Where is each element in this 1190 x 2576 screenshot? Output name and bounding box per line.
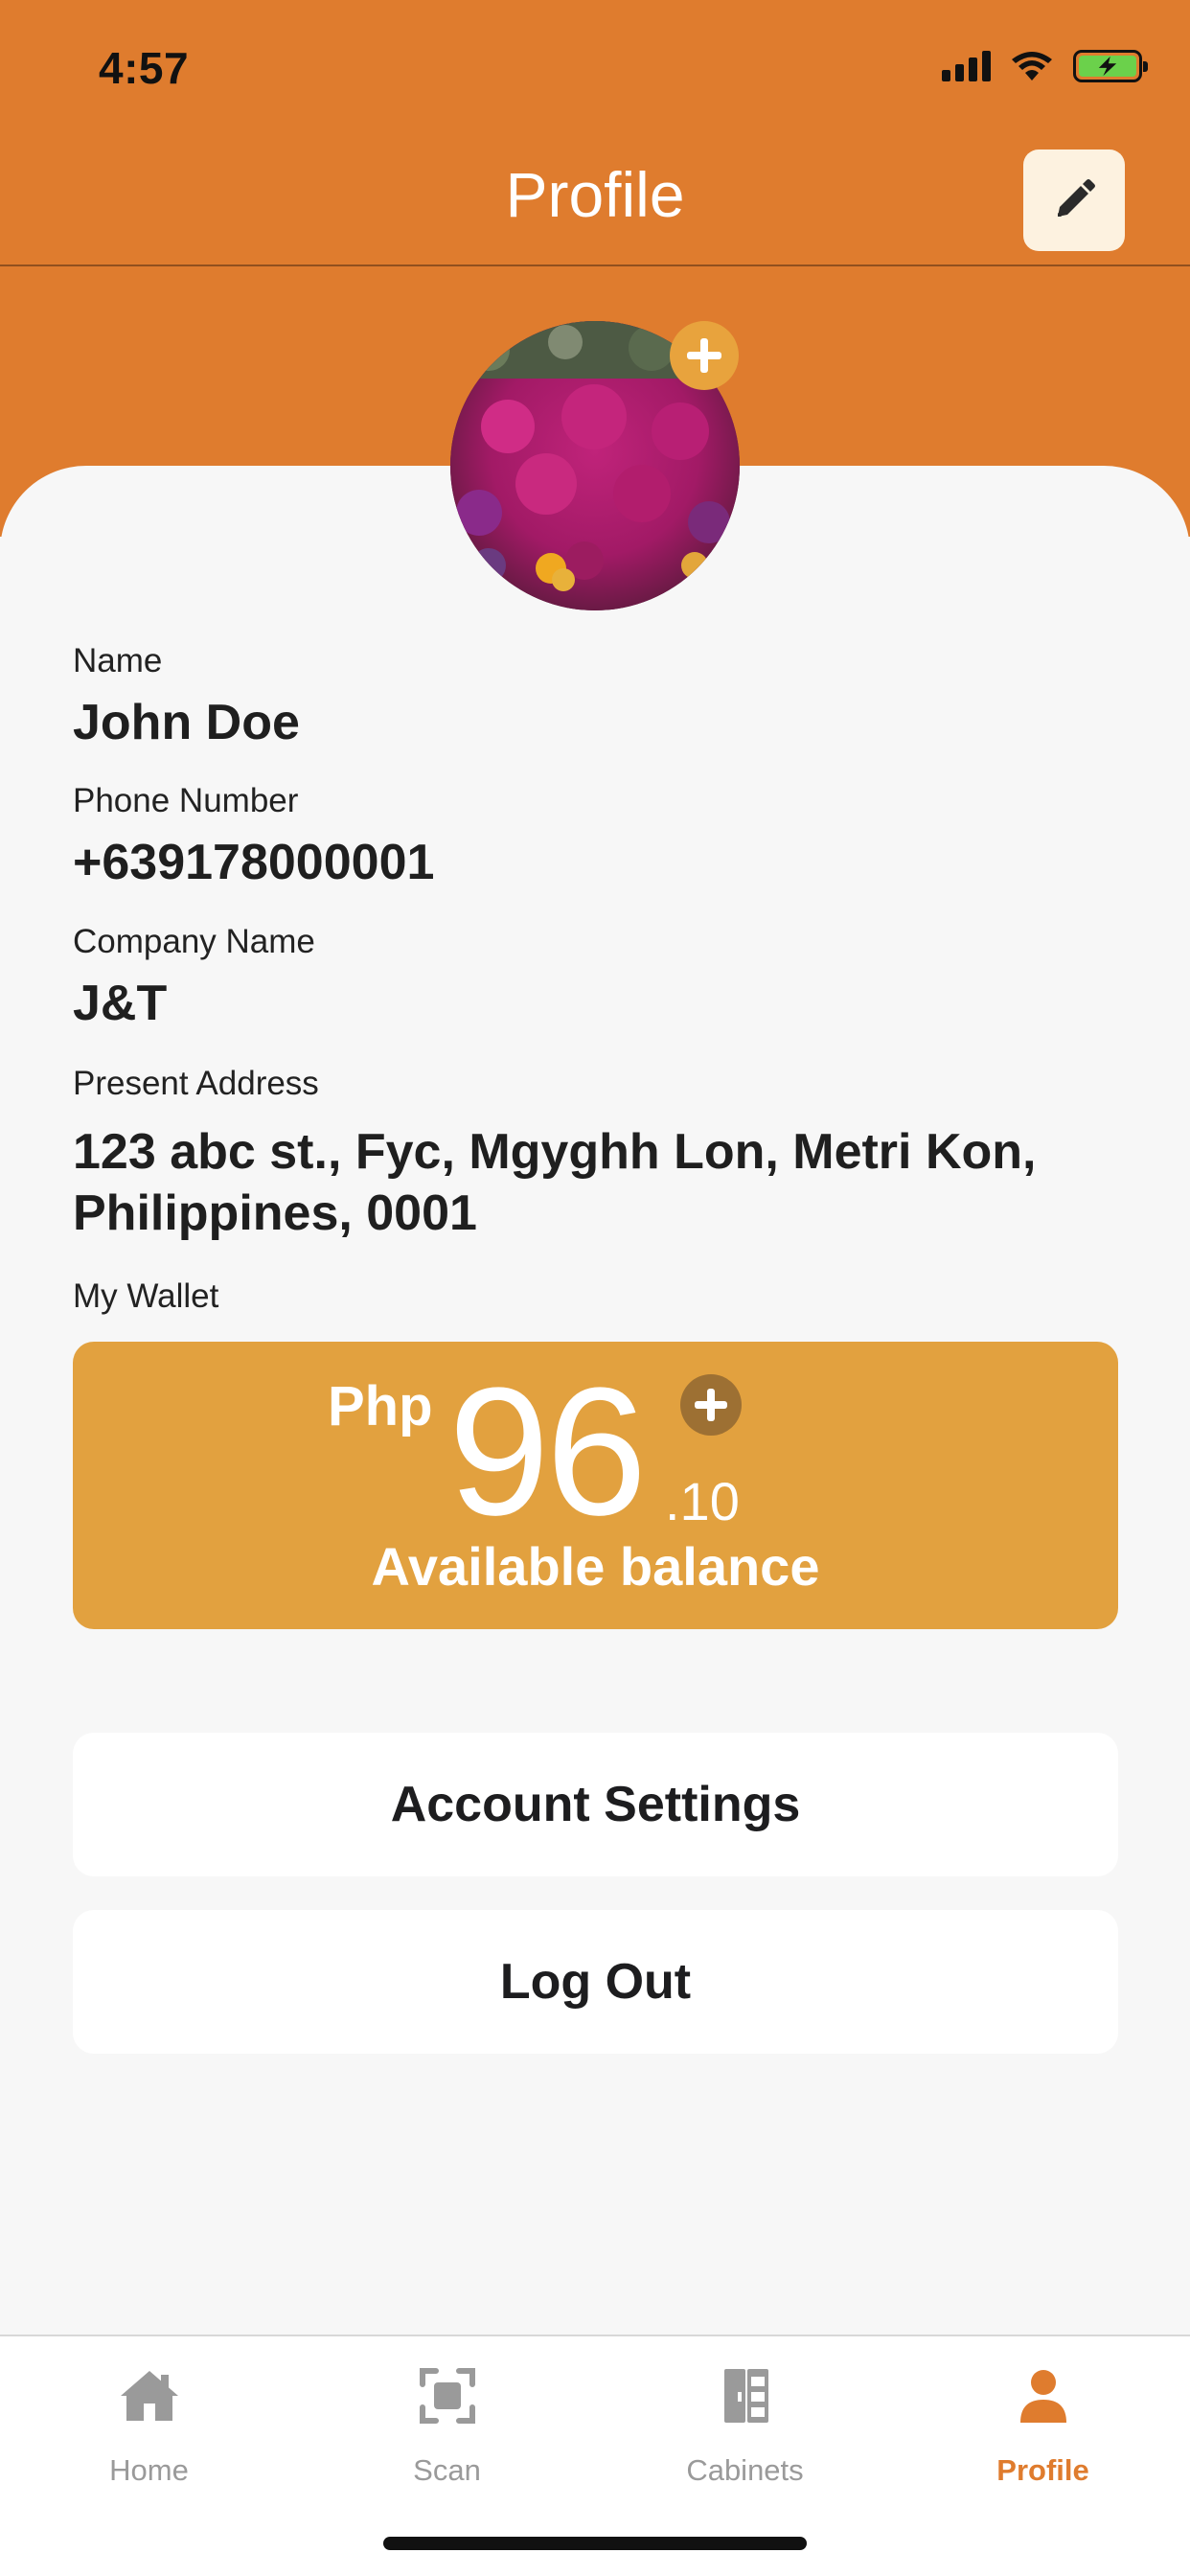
plus-icon	[687, 338, 721, 373]
name-value: John Doe	[73, 695, 300, 750]
wallet-caption: Available balance	[371, 1536, 820, 1597]
status-time: 4:57	[99, 43, 190, 93]
tab-cabinets-label: Cabinets	[686, 2453, 804, 2487]
header-divider	[0, 264, 1190, 266]
status-icons	[942, 50, 1148, 82]
tab-scan[interactable]: Scan	[298, 2336, 596, 2518]
wallet-label: My Wallet	[73, 1277, 219, 1315]
tab-home-label: Home	[109, 2453, 189, 2487]
page-title: Profile	[505, 159, 685, 230]
log-out-button[interactable]: Log Out	[73, 1910, 1118, 2054]
cabinets-icon	[723, 2369, 768, 2423]
profile-icon	[1019, 2370, 1066, 2423]
plus-icon	[695, 1389, 727, 1421]
account-settings-button[interactable]: Account Settings	[73, 1733, 1118, 1876]
address-value: 123 abc st., Fyc, Mgyghh Lon, Metri Kon,…	[73, 1124, 1037, 1241]
tab-profile-label: Profile	[996, 2453, 1089, 2487]
name-label: Name	[73, 642, 163, 679]
tab-cabinets[interactable]: Cabinets	[596, 2336, 894, 2518]
add-photo-button[interactable]	[670, 321, 739, 390]
wallet-currency: Php	[328, 1375, 433, 1438]
wallet-balance-whole: 96	[448, 1350, 647, 1553]
pencil-icon	[1058, 179, 1095, 217]
tab-scan-label: Scan	[413, 2453, 481, 2487]
edit-profile-button[interactable]	[1023, 150, 1125, 251]
cellular-signal-icon	[942, 51, 991, 81]
phone-value: +639178000001	[73, 835, 435, 890]
battery-icon	[1073, 50, 1148, 82]
company-value: J&T	[73, 976, 168, 1031]
home-icon	[120, 2371, 178, 2421]
phone-label: Phone Number	[73, 782, 299, 819]
tab-profile[interactable]: Profile	[894, 2336, 1190, 2518]
scan-icon	[419, 2368, 475, 2424]
top-up-button[interactable]	[680, 1374, 742, 1436]
address-label: Present Address	[73, 1065, 319, 1102]
company-label: Company Name	[73, 923, 315, 960]
wallet-card: Php 96 .10 Available balance	[73, 1342, 1118, 1629]
home-indicator[interactable]	[383, 2537, 807, 2550]
wallet-balance-decimal: .10	[665, 1471, 740, 1531]
tab-home[interactable]: Home	[0, 2336, 298, 2518]
wifi-icon	[1012, 52, 1052, 80]
